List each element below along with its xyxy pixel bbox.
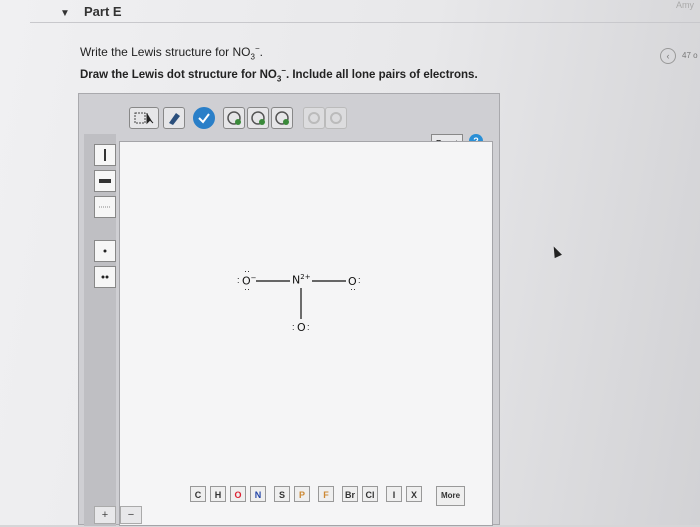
- check-icon[interactable]: [193, 107, 215, 129]
- lone-pair-dots: :: [307, 322, 310, 332]
- formula: NO3−: [259, 66, 286, 84]
- lone-pair-dots: ··: [244, 266, 250, 276]
- radical-icon[interactable]: [94, 266, 116, 288]
- template-icon-3[interactable]: [271, 107, 293, 129]
- drawing-canvas[interactable]: N2+ O− O O : ·· ·· : ·· : :: [119, 141, 493, 526]
- double-bond-icon[interactable]: [94, 170, 116, 192]
- template-icon-2[interactable]: [247, 107, 269, 129]
- undo-icon[interactable]: [303, 107, 325, 129]
- part-title[interactable]: Part E: [84, 4, 122, 19]
- triple-bond-icon[interactable]: [94, 196, 116, 218]
- lone-pair-dots: :: [358, 275, 361, 285]
- question-prompt: Write the Lewis structure for NO3−.: [80, 44, 263, 61]
- element-I[interactable]: I: [386, 486, 402, 502]
- header-divider: [30, 22, 700, 23]
- element-C[interactable]: C: [190, 486, 206, 502]
- mouse-cursor-icon: [550, 244, 562, 259]
- element-H[interactable]: H: [210, 486, 226, 502]
- editor-toolbar: [119, 99, 493, 137]
- element-Br[interactable]: Br: [342, 486, 358, 502]
- element-X[interactable]: X: [406, 486, 422, 502]
- bond-lines: [256, 280, 346, 319]
- collapse-arrow-icon[interactable]: ▼: [60, 8, 70, 19]
- element-F[interactable]: F: [318, 486, 334, 502]
- nav-count: 47 o: [682, 51, 698, 60]
- element-N[interactable]: N: [250, 486, 266, 502]
- zoom-in-button[interactable]: +: [94, 506, 116, 524]
- prompt-prefix: Write the Lewis structure for: [80, 45, 233, 59]
- select-tool-icon[interactable]: [129, 107, 159, 129]
- lone-pair-dots: ··: [244, 284, 250, 294]
- more-button[interactable]: More: [436, 486, 466, 506]
- template-icon-1[interactable]: [223, 107, 245, 129]
- prev-arrow-icon[interactable]: ‹: [660, 48, 676, 64]
- page-background: ▼ Part E Amy ‹ 47 o Write the Lewis stru…: [0, 0, 700, 526]
- element-O[interactable]: O: [230, 486, 246, 502]
- prompt-suffix: .: [259, 45, 263, 59]
- redo-icon[interactable]: [325, 107, 347, 129]
- user-label: Amy: [676, 0, 694, 10]
- side-toolbar: [84, 134, 116, 526]
- formula: NO3−: [232, 44, 260, 62]
- instruction-prefix: Draw the Lewis dot structure for: [80, 68, 260, 81]
- structure-editor: Reset ? N2+ O− O O : ·· ·· : ·· : :: [78, 93, 500, 526]
- element-S[interactable]: S: [274, 486, 290, 502]
- question-instruction: Draw the Lewis dot structure for NO3−. I…: [80, 66, 478, 83]
- element-Cl[interactable]: Cl: [362, 486, 378, 502]
- lone-pair-dots: :: [237, 275, 240, 285]
- lone-pair-dots: ··: [350, 284, 356, 294]
- lone-pair-dots: :: [292, 322, 295, 332]
- central-atom[interactable]: N2+: [292, 273, 311, 287]
- instruction-suffix: . Include all lone pairs of electrons.: [285, 68, 478, 81]
- single-bond-icon[interactable]: [94, 144, 116, 166]
- lone-pair-icon[interactable]: [94, 240, 116, 262]
- eraser-icon[interactable]: [163, 107, 185, 129]
- zoom-out-button[interactable]: −: [120, 506, 142, 524]
- bottom-oxygen[interactable]: O: [297, 321, 306, 334]
- element-P[interactable]: P: [294, 486, 310, 502]
